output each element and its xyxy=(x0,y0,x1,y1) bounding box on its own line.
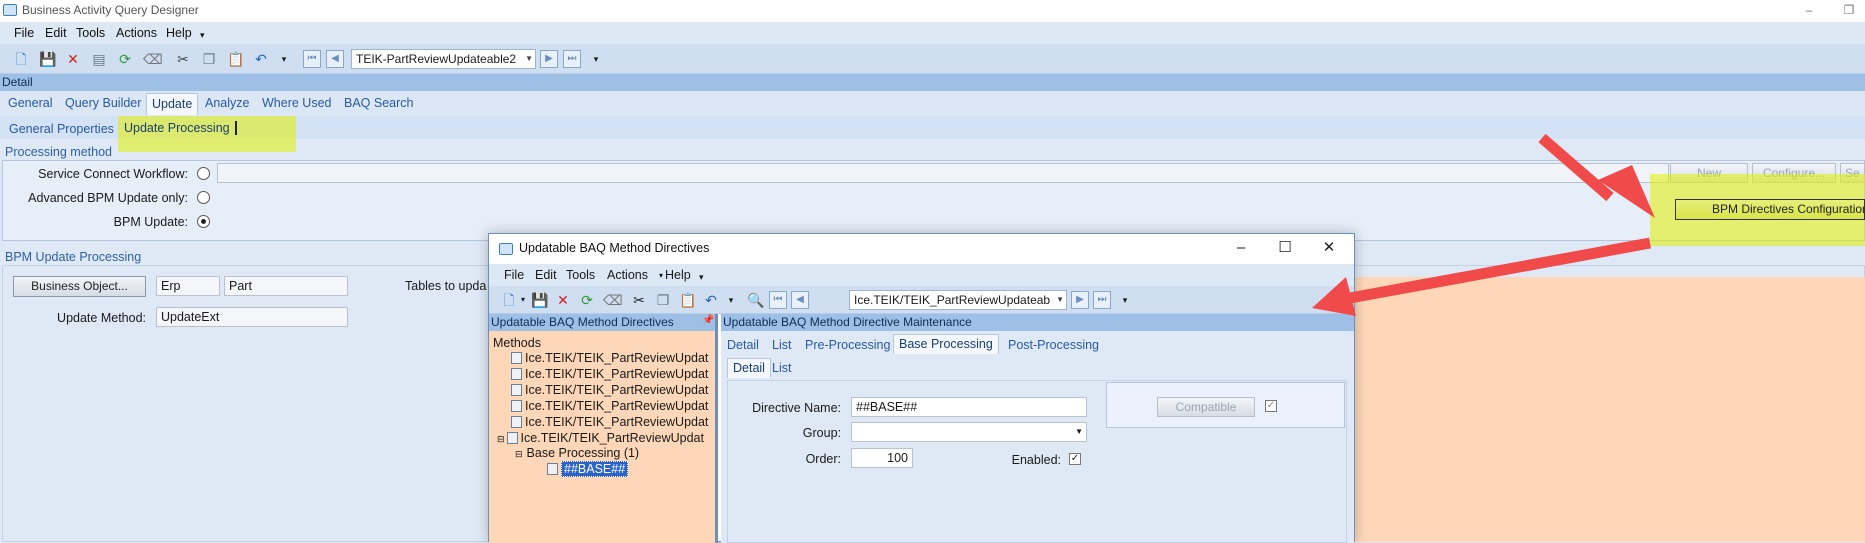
arrow-to-config-button xyxy=(1538,133,1614,202)
arrow-head-dialog xyxy=(1312,277,1356,316)
annotation-arrows xyxy=(1312,133,1655,316)
arrow-to-dialog xyxy=(1349,237,1651,304)
